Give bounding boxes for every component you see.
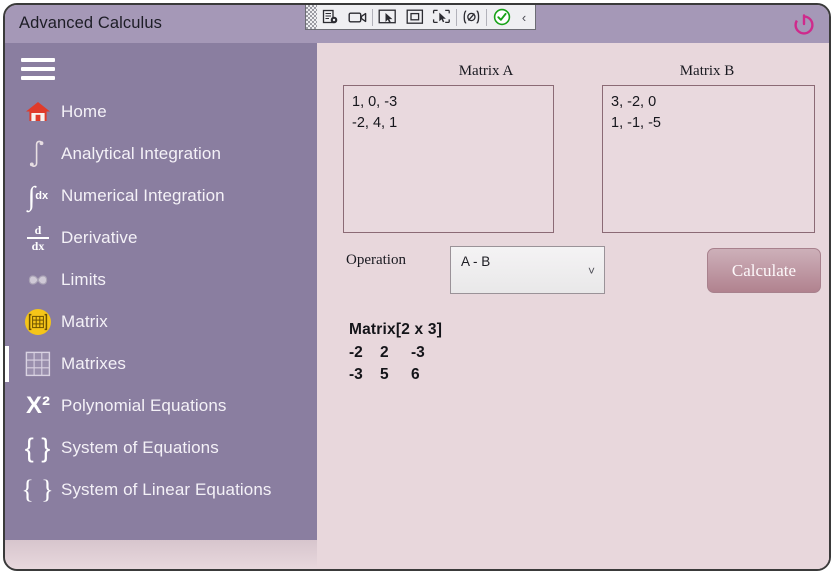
sidebar-item-label: Matrixes bbox=[61, 354, 127, 373]
annotation-button[interactable] bbox=[458, 6, 485, 29]
sidebar-item-numerical-integration[interactable]: ∫ dx Numerical Integration bbox=[5, 175, 317, 217]
sidebar-item-system-of-linear-equations[interactable]: { } System of Linear Equations bbox=[5, 469, 317, 511]
operation-select[interactable]: A - B ˅ bbox=[450, 246, 605, 294]
sidebar-nav-list: Home Analytical Integration ∫ dx Numeric… bbox=[5, 91, 317, 511]
toolbar-separator bbox=[372, 8, 373, 26]
hamburger-menu-button[interactable] bbox=[17, 53, 59, 85]
power-icon bbox=[794, 14, 814, 35]
sidebar-item-label: Derivative bbox=[61, 228, 138, 247]
sidebar-item-label: Matrix bbox=[61, 312, 108, 331]
sidebar-item-label: Polynomial Equations bbox=[61, 396, 227, 415]
result-cell: 5 bbox=[380, 366, 389, 383]
capture-toolbar: ‹ bbox=[305, 5, 536, 30]
sidebar-item-label: System of Linear Equations bbox=[61, 480, 272, 499]
toolbar-separator bbox=[486, 8, 487, 26]
curly-braces-thin-icon: { } bbox=[21, 475, 55, 504]
sidebar: Home Analytical Integration ∫ dx Numeric… bbox=[5, 43, 317, 540]
capture-settings-icon bbox=[322, 9, 338, 23]
matrix-a-input[interactable] bbox=[343, 85, 554, 233]
toolbar-drag-handle[interactable] bbox=[306, 5, 317, 29]
chevron-down-icon: ˅ bbox=[587, 264, 595, 278]
result-area: Matrix[2 x 3] -2 2 -3 -3 5 6 bbox=[349, 319, 442, 387]
sidebar-item-system-of-equations[interactable]: { } System of Equations bbox=[5, 427, 317, 469]
record-video-button[interactable] bbox=[344, 6, 371, 29]
infinity-icon bbox=[15, 270, 61, 290]
result-title: Matrix[2 x 3] bbox=[349, 321, 443, 338]
sidebar-item-matrixes[interactable]: Matrixes bbox=[5, 343, 317, 385]
matrix-b-label: Matrix B bbox=[679, 63, 735, 79]
capture-region-button[interactable] bbox=[401, 6, 428, 29]
sidebar-item-label: System of Equations bbox=[61, 438, 219, 457]
result-cell: 2 bbox=[380, 343, 389, 361]
integral-dx-icon: ∫ dx bbox=[27, 180, 49, 211]
sidebar-item-derivative[interactable]: d dx Derivative bbox=[5, 217, 317, 259]
app-title: Advanced Calculus bbox=[19, 14, 162, 32]
capture-window-icon bbox=[432, 9, 450, 24]
operation-selected-value: A - B bbox=[461, 254, 491, 269]
active-indicator bbox=[5, 346, 9, 382]
sidebar-item-polynomial-equations[interactable]: X² Polynomial Equations bbox=[5, 385, 317, 427]
home-icon bbox=[15, 100, 61, 124]
sidebar-item-label: Analytical Integration bbox=[61, 144, 222, 163]
result-cell: -3 bbox=[349, 366, 363, 383]
sidebar-item-label: Numerical Integration bbox=[61, 186, 225, 205]
curly-braces-icon: { } bbox=[24, 432, 52, 463]
result-cell: -2 bbox=[349, 343, 363, 361]
toolbar-collapse-button[interactable]: ‹ bbox=[515, 10, 533, 25]
derivative-d-dx-icon: d dx bbox=[15, 224, 61, 252]
sidebar-item-analytical-integration[interactable]: Analytical Integration bbox=[5, 133, 317, 175]
select-pointer-icon bbox=[378, 9, 396, 24]
content-panel: Matrix A Matrix B Operation A - B ˅ Calc… bbox=[317, 43, 829, 569]
capture-window-button[interactable] bbox=[428, 6, 455, 29]
select-pointer-button[interactable] bbox=[374, 6, 401, 29]
sidebar-item-label: Limits bbox=[61, 270, 106, 289]
result-row: -3 5 6 bbox=[349, 364, 442, 387]
sidebar-item-limits[interactable]: Limits bbox=[5, 259, 317, 301]
confirm-check-icon bbox=[493, 8, 510, 26]
grid-icon bbox=[15, 351, 61, 377]
hamburger-icon-bar bbox=[21, 76, 55, 80]
confirm-button[interactable] bbox=[488, 6, 515, 29]
x-squared-icon: X² bbox=[26, 392, 50, 419]
hamburger-icon-bar bbox=[21, 67, 55, 71]
sidebar-item-label: Home bbox=[61, 102, 107, 121]
capture-region-icon bbox=[406, 9, 423, 24]
calculate-button[interactable]: Calculate bbox=[707, 248, 821, 293]
result-cell: 6 bbox=[411, 366, 420, 383]
sidebar-item-home[interactable]: Home bbox=[5, 91, 317, 133]
record-video-icon bbox=[348, 12, 367, 23]
hamburger-icon-bar bbox=[21, 58, 55, 62]
result-cell: -3 bbox=[411, 343, 425, 361]
capture-settings-button[interactable] bbox=[317, 6, 344, 29]
calculate-button-label: Calculate bbox=[731, 260, 797, 280]
application-window: Advanced Calculus ‹ Home Analytical Inte… bbox=[3, 3, 831, 571]
matrix-b-input[interactable] bbox=[602, 85, 815, 233]
power-button[interactable] bbox=[791, 11, 817, 37]
toolbar-separator bbox=[456, 8, 457, 26]
matrix-badge-icon bbox=[15, 308, 61, 336]
sidebar-item-matrix[interactable]: Matrix bbox=[5, 301, 317, 343]
matrix-a-label: Matrix A bbox=[458, 63, 514, 79]
result-row: -2 2 -3 bbox=[349, 342, 442, 365]
annotation-icon bbox=[463, 10, 480, 24]
operation-label: Operation bbox=[346, 252, 406, 268]
integral-icon bbox=[15, 139, 61, 169]
